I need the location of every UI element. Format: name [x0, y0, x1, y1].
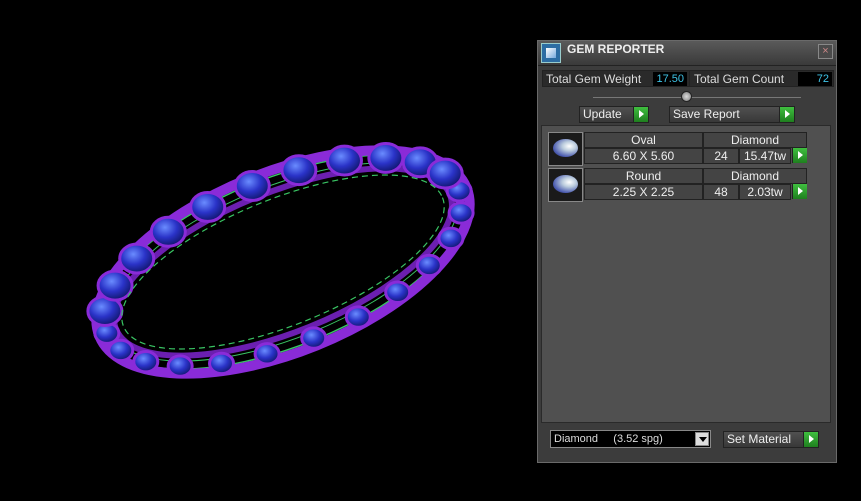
gemstone — [415, 253, 443, 278]
save-report-button[interactable]: Save Report — [669, 106, 795, 123]
gemstone — [367, 141, 405, 174]
chevron-down-icon[interactable] — [695, 432, 709, 446]
round-gem-thumbnail — [548, 168, 583, 202]
gem-shape: Oval — [584, 132, 703, 148]
gem-row-round[interactable]: Round Diamond 2.25 X 2.25 48 2.03tw — [548, 168, 807, 202]
gem-size: 6.60 X 5.60 — [584, 148, 703, 164]
total-gem-weight-value: 17.50 — [653, 72, 687, 86]
gem-shape: Round — [584, 168, 703, 184]
total-gem-weight-label: Total Gem Weight — [546, 72, 642, 86]
update-button[interactable]: Update — [579, 106, 649, 123]
slider-track[interactable] — [593, 97, 801, 98]
gem-list: Oval Diamond 6.60 X 5.60 24 15.47tw Roun… — [541, 125, 831, 423]
gem-row-oval[interactable]: Oval Diamond 6.60 X 5.60 24 15.47tw — [548, 132, 807, 166]
play-icon[interactable] — [792, 148, 807, 163]
set-material-button[interactable]: Set Material — [723, 431, 819, 448]
gemstone — [437, 226, 465, 251]
update-play-icon[interactable] — [633, 107, 648, 122]
ring-model — [86, 141, 475, 379]
gem-material: Diamond — [703, 168, 807, 184]
gem-row-oval-go[interactable] — [791, 148, 807, 164]
set-material-label: Set Material — [727, 432, 792, 446]
play-icon[interactable] — [792, 184, 807, 199]
gemstone — [300, 326, 328, 350]
gemstone — [426, 157, 464, 190]
gemstone — [344, 305, 372, 329]
material-select[interactable]: Diamond (3.52 spg) — [550, 430, 711, 448]
total-gem-count-value: 72 — [798, 72, 832, 86]
gemstone — [118, 242, 156, 275]
panel-title: GEM REPORTER — [567, 42, 665, 56]
panel-titlebar[interactable]: GEM REPORTER × — [538, 41, 836, 66]
gemstone — [132, 349, 160, 374]
gemstone — [166, 354, 194, 378]
gem-size: 2.25 X 2.25 — [584, 184, 703, 200]
gem-reporter-icon — [541, 43, 561, 63]
gem-count: 24 — [703, 148, 739, 164]
gemstone — [447, 201, 475, 225]
gemstone — [280, 154, 318, 187]
material-select-value: Diamond (3.52 spg) — [554, 433, 663, 445]
gem-count: 48 — [703, 184, 739, 200]
save-report-label: Save Report — [673, 107, 740, 121]
slider-handle[interactable] — [681, 91, 692, 102]
close-button[interactable]: × — [818, 44, 833, 59]
gem-material: Diamond — [703, 132, 807, 148]
save-report-play-icon[interactable] — [779, 107, 794, 122]
gemstone — [233, 170, 271, 202]
gem-weight: 15.47tw — [739, 148, 791, 164]
gemstone — [384, 280, 412, 304]
oval-gem-thumbnail — [548, 132, 583, 166]
gem-row-round-go[interactable] — [791, 184, 807, 200]
set-material-play-icon[interactable] — [803, 432, 818, 447]
gemstone — [96, 269, 134, 302]
gemstone — [189, 191, 227, 223]
gemstone — [253, 342, 281, 366]
gemstone — [149, 215, 187, 248]
update-label: Update — [583, 107, 622, 121]
gemstone — [208, 351, 236, 376]
gem-weight: 2.03tw — [739, 184, 791, 200]
3d-viewport[interactable] — [0, 0, 530, 501]
totals-row: Total Gem Weight 17.50 Total Gem Count 7… — [542, 70, 834, 87]
gem-reporter-panel: GEM REPORTER × Total Gem Weight 17.50 To… — [537, 40, 837, 463]
total-gem-count-label: Total Gem Count — [694, 72, 785, 86]
gemstone — [325, 144, 363, 177]
totals-divider — [689, 71, 690, 87]
